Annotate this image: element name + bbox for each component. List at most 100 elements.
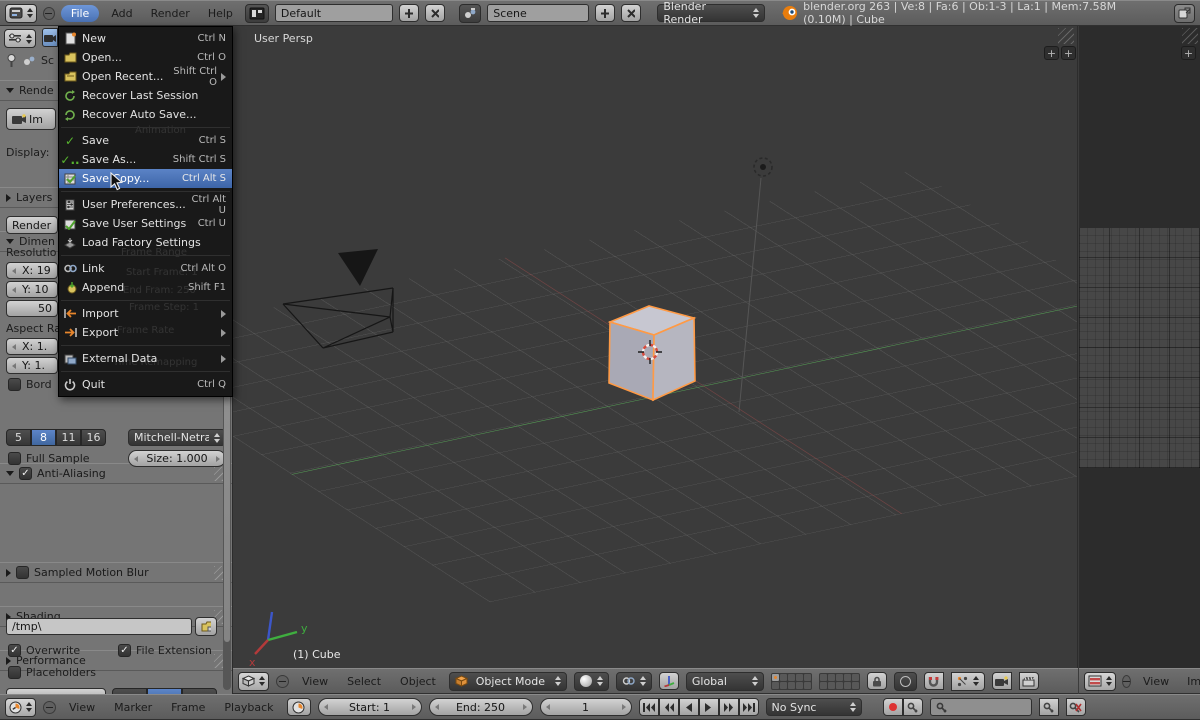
screen-layout-icon-button[interactable] [244, 3, 269, 23]
scene-lock-button[interactable] [866, 672, 887, 690]
render-presets-dropdown[interactable]: Render Pr [6, 216, 58, 234]
play-reverse-button[interactable] [678, 698, 699, 716]
render-opengl-still-button[interactable] [991, 672, 1012, 690]
viewport-3d[interactable]: User Persp y x (1) Cube + + [233, 26, 1078, 668]
timeline-frame-menu[interactable]: Frame [165, 699, 211, 716]
sync-mode-dropdown[interactable]: No Sync [765, 698, 862, 716]
snap-toggle-button[interactable] [923, 672, 944, 690]
resolution-x-slider[interactable]: X: 19 [6, 262, 58, 279]
add-layout-button[interactable] [399, 4, 420, 22]
render-image-button[interactable]: Im [6, 108, 56, 130]
expand-properties-region-button[interactable]: + [1044, 46, 1059, 60]
tab-render-properties[interactable] [42, 28, 58, 47]
auto-keyframe-button[interactable] [902, 698, 923, 716]
delete-layout-button[interactable] [425, 4, 446, 22]
menu-item-load-factory-settings[interactable]: Load Factory Settings [59, 233, 232, 252]
cube-object[interactable] [607, 305, 697, 402]
aa-samples-11-button[interactable]: 11 [56, 429, 81, 446]
jump-prev-keyframe-button[interactable] [658, 698, 679, 716]
resolution-percentage-slider[interactable]: 50 [6, 300, 58, 317]
layers-widget-group2[interactable] [818, 672, 860, 690]
view3d-object-menu[interactable]: Object [394, 673, 442, 690]
editor-type-selector[interactable] [5, 3, 37, 23]
output-path-field[interactable]: /tmp\ [6, 618, 192, 635]
delete-scene-button[interactable] [621, 4, 642, 22]
menu-item-open-recent[interactable]: Open Recent... Shift Ctrl O [59, 66, 232, 88]
pin-icon[interactable] [6, 54, 17, 67]
image-editor-region[interactable]: + [1079, 26, 1200, 668]
image-view-menu[interactable]: View [1137, 673, 1175, 690]
border-checkbox[interactable] [8, 378, 21, 391]
frame-start-slider[interactable]: Start: 1 [317, 698, 422, 716]
menu-item-save-as[interactable]: ✓.. Save As... Shift Ctrl S [59, 150, 232, 169]
view3d-view-menu[interactable]: View [296, 673, 334, 690]
proportional-edit-dropdown[interactable] [893, 671, 917, 691]
timeline-playback-menu[interactable]: Playback [218, 699, 279, 716]
menu-item-save[interactable]: ✓ Save Ctrl S [59, 131, 232, 150]
pivot-point-dropdown[interactable] [615, 671, 652, 691]
render-engine-select[interactable]: Blender Render [657, 0, 765, 26]
scene-name-field[interactable]: Scene [487, 4, 590, 22]
file-extension-checkbox[interactable] [118, 644, 131, 657]
render-menu-button[interactable]: Render [145, 5, 196, 22]
file-menu-button[interactable]: File [60, 4, 100, 22]
jump-to-start-button[interactable] [638, 698, 659, 716]
menu-item-external-data[interactable]: External Data [59, 349, 232, 368]
panel-header-sampled-motion-blur[interactable]: Sampled Motion Blur [0, 562, 232, 583]
aspect-x-slider[interactable]: X: 1. [6, 338, 58, 355]
play-button[interactable] [698, 698, 719, 716]
motion-blur-checkbox[interactable] [16, 566, 29, 579]
menu-item-export[interactable]: Export [59, 323, 232, 342]
collapse-menus-icon[interactable] [1122, 674, 1131, 688]
menu-item-save-copy[interactable]: Save Copy... Ctrl Alt S [59, 169, 232, 188]
menu-item-open[interactable]: Open... Ctrl O [59, 48, 232, 67]
viewport-shading-dropdown[interactable] [573, 671, 609, 691]
jump-next-keyframe-button[interactable] [718, 698, 739, 716]
keying-set-field[interactable] [929, 698, 1032, 716]
manipulator-toggle-button[interactable] [658, 672, 679, 690]
resolution-y-slider[interactable]: Y: 10 [6, 281, 58, 298]
menu-item-append[interactable]: Append Shift F1 [59, 278, 232, 297]
anti-aliasing-checkbox[interactable] [19, 467, 32, 480]
image-image-menu[interactable]: Imag [1181, 673, 1200, 690]
add-scene-button[interactable] [595, 4, 616, 22]
add-menu-button[interactable]: Add [105, 5, 138, 22]
menu-item-import[interactable]: Import [59, 304, 232, 323]
aa-size-slider[interactable]: Size: 1.000 [128, 450, 226, 467]
timeline-view-menu[interactable]: View [63, 699, 101, 716]
placeholders-checkbox[interactable] [8, 666, 21, 679]
current-frame-field[interactable]: 1 [539, 698, 632, 716]
menu-item-user-preferences[interactable]: User Preferences... Ctrl Alt U [59, 194, 232, 216]
aa-samples-5-button[interactable]: 5 [6, 429, 31, 446]
menu-item-recover-auto-save[interactable]: Recover Auto Save... [59, 105, 232, 124]
collapse-menus-icon[interactable] [276, 674, 289, 688]
transform-orientation-dropdown[interactable]: Global [685, 671, 764, 691]
aa-filter-dropdown[interactable]: Mitchell-Netrav [128, 429, 226, 446]
collapse-menus-icon[interactable] [43, 6, 55, 20]
screen-layout-name-field[interactable]: Default [274, 4, 394, 22]
overwrite-checkbox[interactable] [8, 644, 21, 657]
image-editor-selector[interactable] [1084, 671, 1116, 691]
expand-region-button[interactable]: + [1061, 46, 1076, 60]
region-resize-hatch[interactable] [1058, 28, 1074, 44]
menu-item-link[interactable]: Link Ctrl Alt O [59, 259, 232, 278]
full-sample-checkbox[interactable] [8, 452, 21, 465]
menu-item-new[interactable]: New Ctrl N [59, 29, 232, 48]
frame-end-slider[interactable]: End: 250 [428, 698, 533, 716]
menu-item-recover-last-session[interactable]: Recover Last Session [59, 86, 232, 105]
render-opengl-anim-button[interactable] [1018, 672, 1039, 690]
use-preview-range-button[interactable] [286, 698, 311, 716]
menu-item-save-user-settings[interactable]: Save User Settings Ctrl U [59, 214, 232, 233]
aa-samples-8-button[interactable]: 8 [31, 429, 56, 446]
scene-icon-button[interactable] [459, 3, 482, 23]
layers-widget-group1[interactable] [770, 672, 812, 690]
lamp-object[interactable] [738, 157, 773, 413]
help-menu-button[interactable]: Help [202, 5, 239, 22]
properties-editor-selector[interactable] [4, 29, 36, 48]
timeline-editor-selector[interactable] [5, 697, 36, 717]
region-resize-hatch[interactable] [1182, 28, 1198, 44]
timeline-marker-menu[interactable]: Marker [108, 699, 158, 716]
delete-keyframe-button[interactable] [1065, 698, 1086, 716]
collapse-menus-icon[interactable] [43, 700, 56, 714]
view3d-editor-selector[interactable] [238, 671, 269, 691]
